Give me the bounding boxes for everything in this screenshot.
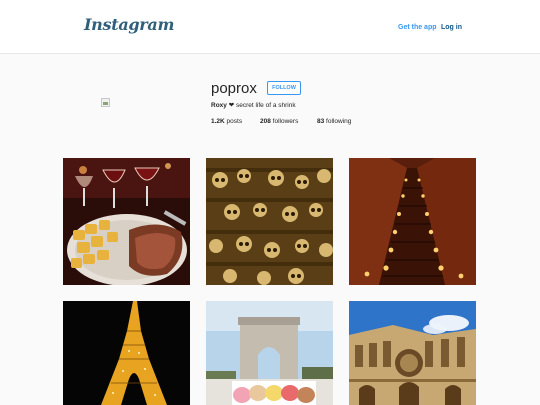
profile-username: poprox bbox=[211, 80, 257, 97]
post-photo-candlelit-staircase[interactable] bbox=[349, 158, 476, 285]
get-the-app-link[interactable]: Get the app bbox=[398, 24, 437, 31]
eiffel-tower-illustration bbox=[63, 301, 190, 405]
heart-icon: ❤ bbox=[228, 102, 235, 109]
instagram-logo[interactable]: Instagram bbox=[84, 15, 174, 34]
profile-avatar-image[interactable] bbox=[101, 98, 110, 107]
following-label: following bbox=[326, 118, 352, 125]
skull-wall-illustration bbox=[206, 158, 333, 285]
post-photo-steak-dinner[interactable] bbox=[63, 158, 190, 285]
posts-count: 1.2K bbox=[211, 118, 225, 125]
arc-macarons-illustration bbox=[206, 301, 333, 405]
followers-count-stat[interactable]: 208 followers bbox=[260, 118, 298, 125]
post-photo-catacomb-skulls[interactable] bbox=[206, 158, 333, 285]
steak-dinner-illustration bbox=[63, 158, 190, 285]
log-in-link[interactable]: Log in bbox=[441, 24, 462, 31]
followers-count: 208 bbox=[260, 118, 271, 125]
top-navigation-bar: Instagram Get the app Log in bbox=[0, 0, 540, 54]
following-count-stat[interactable]: 83 following bbox=[317, 118, 351, 125]
following-count: 83 bbox=[317, 118, 325, 125]
bio-text: secret life of a shrink bbox=[235, 102, 296, 109]
post-photo-eiffel-tower-night[interactable] bbox=[63, 301, 190, 405]
posts-label: posts bbox=[226, 118, 243, 125]
staircase-illustration bbox=[349, 158, 476, 285]
profile-full-name: Roxy bbox=[211, 102, 227, 109]
notre-dame-illustration bbox=[349, 301, 476, 405]
follow-button[interactable]: FOLLOW bbox=[267, 81, 301, 95]
post-photo-notre-dame[interactable] bbox=[349, 301, 476, 405]
profile-bio: Roxy ❤ secret life of a shrink bbox=[211, 101, 296, 109]
post-photo-arc-de-triomphe-macarons[interactable] bbox=[206, 301, 333, 405]
posts-count-stat: 1.2K posts bbox=[211, 118, 242, 125]
followers-label: followers bbox=[272, 118, 299, 125]
